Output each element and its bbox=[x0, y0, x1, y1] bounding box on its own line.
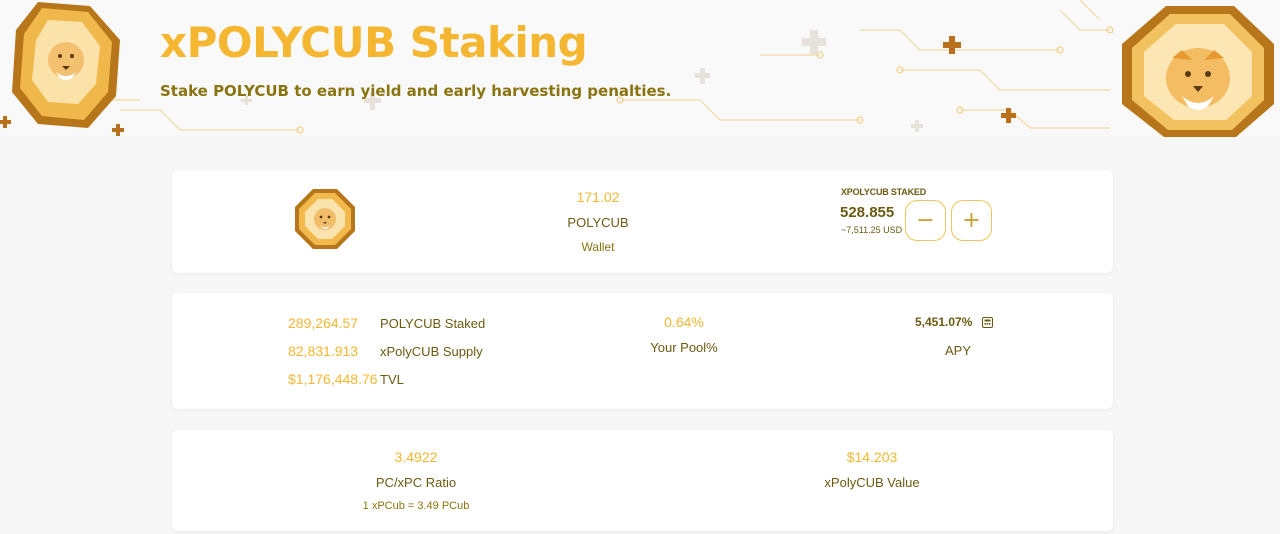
calculator-icon[interactable] bbox=[982, 317, 993, 328]
unstake-button[interactable]: − bbox=[905, 200, 946, 241]
staked-label: XPOLYCUB STAKED bbox=[841, 187, 927, 197]
staked-usd: ~7,511.25 USD bbox=[841, 225, 903, 235]
plus-icon: + bbox=[962, 208, 981, 233]
xpolycub-value-label: xPolyCUB Value bbox=[824, 475, 920, 490]
ratio-card: 3.4922 PC/xPC Ratio 1 xPCub = 3.49 PCub … bbox=[172, 430, 1113, 531]
apy-label: APY bbox=[944, 343, 971, 358]
minus-icon: − bbox=[916, 208, 935, 233]
ratio-note: 1 xPCub = 3.49 PCub bbox=[362, 500, 470, 512]
ratio-label: PC/xPC Ratio bbox=[375, 475, 457, 490]
wallet-label: Wallet bbox=[581, 240, 615, 254]
ratio-value: 3.4922 bbox=[394, 449, 438, 465]
apy-value: 5,451.07% bbox=[915, 315, 973, 329]
polycub-coin-large-icon bbox=[1122, 6, 1274, 137]
wallet-token-name: POLYCUB bbox=[567, 215, 629, 230]
pool-percent-label: Your Pool% bbox=[650, 340, 718, 355]
polycub-staked-value: 289,264.57 bbox=[288, 315, 359, 331]
polycub-staked-label: POLYCUB Staked bbox=[380, 316, 486, 331]
wallet-amount: 171.02 bbox=[576, 189, 620, 205]
polycub-token-icon bbox=[295, 189, 355, 249]
stake-button[interactable]: + bbox=[951, 200, 992, 241]
page-title: xPOLYCUB Staking bbox=[160, 18, 588, 67]
tvl-value: $1,176,448.76 bbox=[288, 371, 378, 387]
xpolycub-value: $14.203 bbox=[846, 449, 898, 465]
wallet-card: 171.02 POLYCUB Wallet XPOLYCUB STAKED 52… bbox=[172, 170, 1113, 273]
xpolycub-supply-label: xPolyCUB Supply bbox=[380, 344, 483, 359]
header-banner: xPOLYCUB Staking Stake POLYCUB to earn y… bbox=[0, 0, 1280, 137]
staked-amount: 528.855 bbox=[840, 204, 895, 221]
xpolycub-supply-value: 82,831.913 bbox=[288, 343, 359, 359]
tvl-label: TVL bbox=[380, 372, 404, 387]
polycub-coin-icon bbox=[12, 2, 120, 128]
page-subtitle: Stake POLYCUB to earn yield and early ha… bbox=[160, 82, 672, 100]
stats-card: 289,264.57 POLYCUB Staked 82,831.913 xPo… bbox=[172, 293, 1113, 409]
pool-percent-value: 0.64% bbox=[664, 314, 704, 330]
